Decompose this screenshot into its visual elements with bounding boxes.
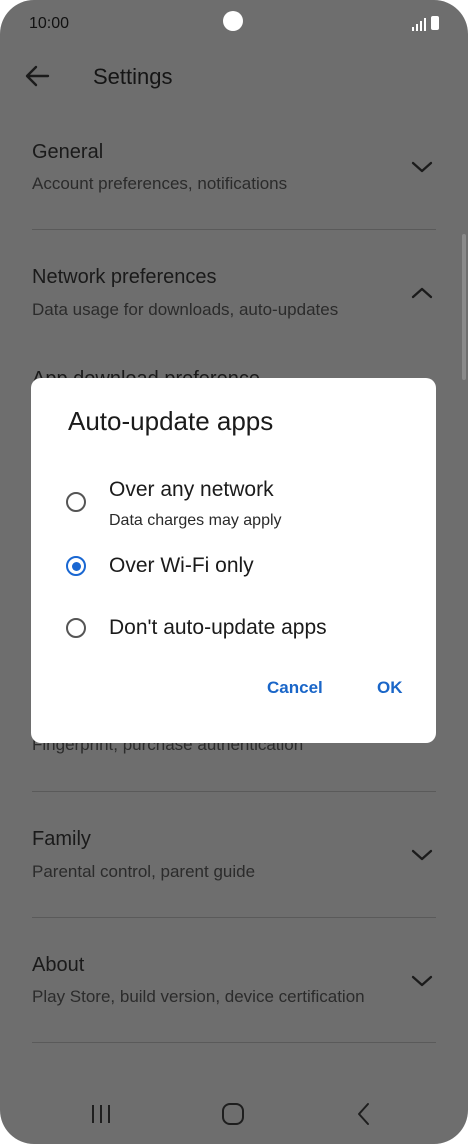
settings-item-subtitle: Account preferences, notifications: [32, 174, 288, 193]
app-bar: Settings: [0, 48, 468, 108]
status-time: 10:00: [29, 15, 70, 32]
home-icon[interactable]: [221, 1102, 245, 1126]
settings-item-subtitle: Play Store, build version, device certif…: [32, 987, 365, 1006]
settings-item-title: Network preferences: [32, 266, 217, 288]
navigation-bar: [0, 1088, 468, 1138]
settings-item-about[interactable]: About Play Store, build version, device …: [0, 942, 468, 1042]
chevron-down-icon: [411, 161, 433, 173]
option-over-any-network[interactable]: Over any network Data charges may apply: [31, 478, 436, 538]
settings-item-subtitle: Parental control, parent guide: [32, 862, 256, 881]
settings-item-title: General: [32, 141, 104, 163]
back-nav-icon[interactable]: [355, 1102, 373, 1126]
option-dont-auto-update[interactable]: Don't auto-update apps: [31, 616, 436, 656]
signal-icon: [412, 18, 426, 31]
dialog-title: Auto-update apps: [68, 406, 274, 436]
page-title: Settings: [93, 64, 173, 89]
back-arrow-icon[interactable]: [22, 61, 52, 91]
settings-item-general[interactable]: General Account preferences, notificatio…: [0, 128, 468, 228]
settings-item-title: Family: [32, 828, 91, 850]
settings-item-network-preferences[interactable]: Network preferences Data usage for downl…: [0, 254, 468, 354]
auto-update-dialog: Auto-update apps Over any network Data c…: [31, 378, 436, 743]
recent-apps-icon[interactable]: [90, 1104, 112, 1124]
ok-button[interactable]: OK: [377, 678, 403, 698]
settings-item-title: About: [32, 954, 85, 976]
option-label: Don't auto-update apps: [109, 616, 327, 639]
option-label: Over Wi-Fi only: [109, 554, 254, 577]
status-bar: 10:00: [0, 0, 468, 48]
settings-item-subtitle: Data usage for downloads, auto-updates: [32, 300, 339, 319]
radio-button-selected[interactable]: [66, 556, 86, 576]
phone-screen: 10:00 Settings General Account preferenc…: [0, 0, 468, 1144]
chevron-down-icon: [411, 849, 433, 861]
battery-icon: [431, 16, 439, 30]
divider: [32, 917, 436, 918]
cancel-button[interactable]: Cancel: [267, 678, 323, 698]
option-label: Over any network: [109, 478, 274, 501]
option-sublabel: Data charges may apply: [109, 512, 282, 529]
camera-cutout: [223, 11, 243, 31]
divider: [32, 1042, 436, 1043]
divider: [32, 791, 436, 792]
radio-button[interactable]: [66, 618, 86, 638]
divider: [32, 229, 436, 230]
settings-item-family[interactable]: Family Parental control, parent guide: [0, 816, 468, 916]
chevron-down-icon: [411, 975, 433, 987]
option-over-wifi-only[interactable]: Over Wi-Fi only: [31, 554, 436, 594]
scrollbar[interactable]: [462, 234, 466, 380]
chevron-up-icon: [411, 287, 433, 299]
radio-button[interactable]: [66, 492, 86, 512]
